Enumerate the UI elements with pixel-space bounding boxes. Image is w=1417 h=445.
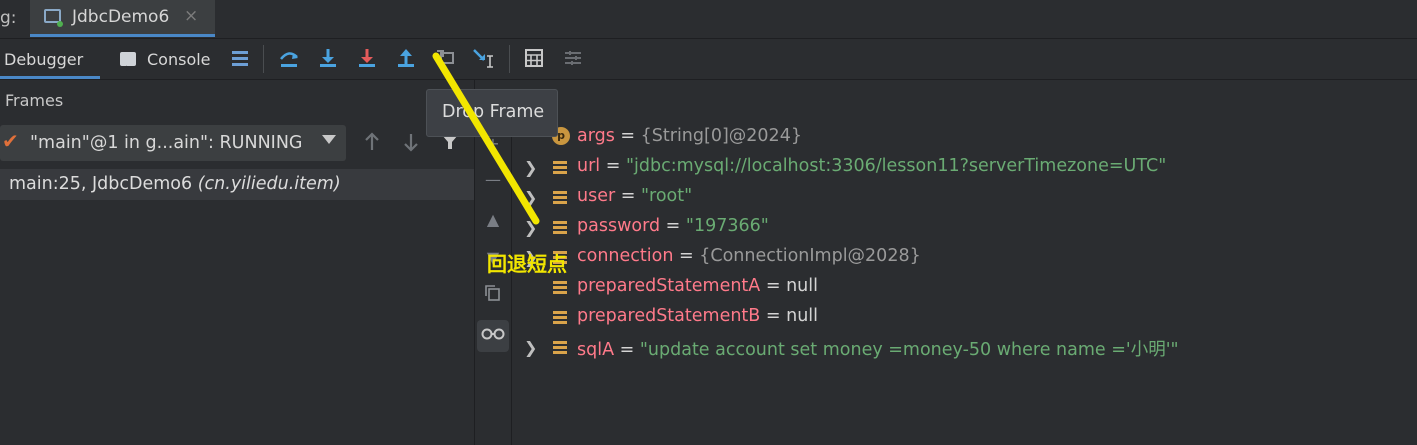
- annotation-label: 回退短点: [487, 252, 567, 276]
- annotation-arrow-line: [432, 52, 540, 225]
- annotation-overlay: [432, 52, 540, 225]
